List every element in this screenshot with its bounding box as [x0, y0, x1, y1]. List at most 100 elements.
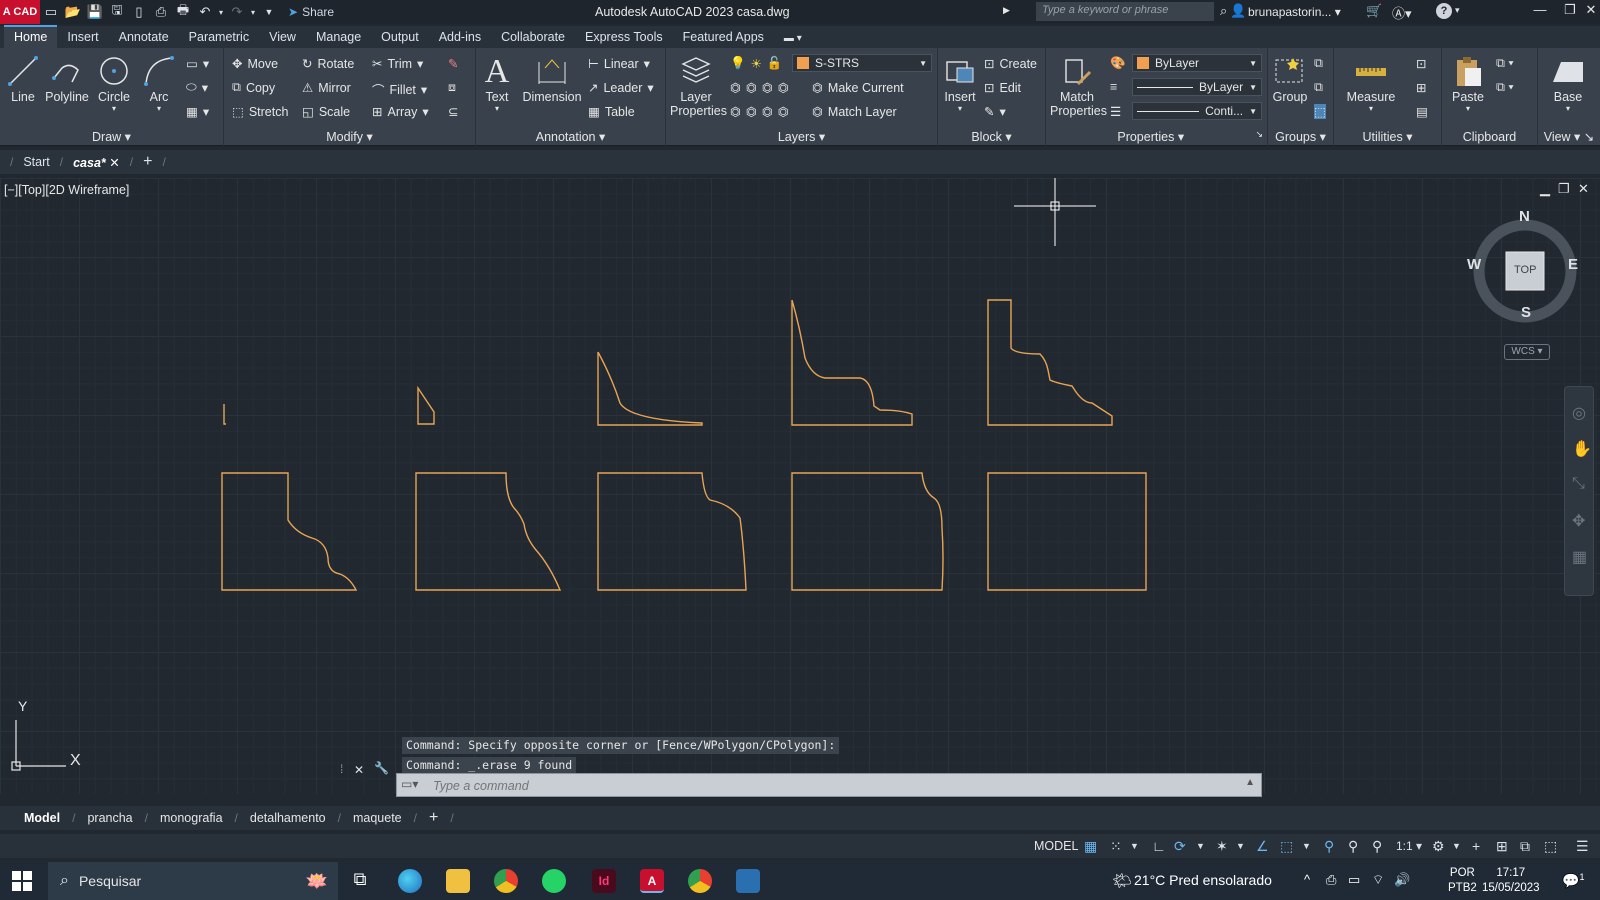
weather-widget[interactable]: 21°C Pred ensolarado	[1134, 872, 1272, 888]
modify-panel-title[interactable]: Modify ▾	[224, 129, 475, 144]
command-history-toggle[interactable]: ▲	[1245, 777, 1255, 788]
layout-tab-detalhamento[interactable]: detalhamento	[238, 811, 338, 825]
compass-east[interactable]: E	[1568, 256, 1578, 273]
make-current-button[interactable]: ⏣ Make Current	[812, 80, 904, 96]
cart-icon[interactable]: 🛒	[1366, 3, 1382, 19]
compass-south[interactable]: S	[1521, 304, 1531, 321]
annotation-scale-icon[interactable]: ⚲	[1372, 838, 1382, 855]
sketchup-icon[interactable]	[736, 869, 760, 893]
polyline-button[interactable]: Polyline	[44, 54, 90, 104]
grid-icon[interactable]: ▦	[1084, 838, 1097, 855]
edit-block-button[interactable]: ⊡ Edit	[984, 80, 1021, 96]
table-button[interactable]: ▦ Table	[588, 104, 635, 120]
layer-state-icons[interactable]: 💡 ☀ 🔓	[730, 56, 782, 71]
undo-icon[interactable]: ↶	[194, 0, 216, 24]
group-selection-icon[interactable]: ⬚	[1314, 104, 1326, 119]
layout-tab-prancha[interactable]: prancha	[75, 811, 144, 825]
tab-parametric[interactable]: Parametric	[179, 27, 259, 48]
input-language[interactable]: POR PTB2	[1448, 866, 1477, 896]
base-button[interactable]: Base ▾	[1546, 54, 1590, 113]
notification-center-icon[interactable]: 💬1	[1562, 872, 1584, 890]
zoom-extents-icon[interactable]: ⤡	[1572, 475, 1585, 493]
properties-launcher-icon[interactable]: ↘	[1255, 129, 1263, 140]
add-layout-icon[interactable]: +	[417, 809, 450, 827]
edge-browser-icon[interactable]	[398, 869, 422, 893]
group-edit-icon[interactable]: ⧉	[1314, 80, 1323, 95]
tab-output[interactable]: Output	[371, 27, 429, 48]
tab-collaborate[interactable]: Collaborate	[491, 27, 575, 48]
meet-icon[interactable]: ⎙	[1326, 872, 1336, 888]
paste-button[interactable]: Paste ▾	[1448, 54, 1488, 113]
system-clock[interactable]: 17:17 15/05/2023	[1482, 866, 1540, 896]
stretch-button[interactable]: ⬚ Stretch	[232, 104, 288, 120]
workspace-gear-icon[interactable]: ⚙	[1432, 838, 1445, 855]
autodesk-app-icon[interactable]: Ⓐ▾	[1392, 3, 1412, 22]
select-all-icon[interactable]: ⊞	[1416, 80, 1426, 95]
array-button[interactable]: ⊞ Array ▾	[372, 104, 429, 120]
add-status-icon[interactable]: +	[1472, 838, 1480, 854]
tab-express-tools[interactable]: Express Tools	[575, 27, 673, 48]
drawing-geometry[interactable]	[0, 178, 1600, 794]
hatch-button[interactable]: ⬭ ▾	[186, 80, 208, 95]
file-explorer-icon[interactable]	[446, 869, 470, 893]
fillet-button[interactable]: ⌒ Fillet ▾	[372, 80, 427, 99]
ribbon-minimize-toggle[interactable]: ▬ ▾	[774, 30, 812, 48]
viewcube[interactable]: N S E W TOP	[1467, 208, 1580, 329]
layout-tab-model[interactable]: Model	[12, 811, 72, 825]
annotation-visibility-icon[interactable]: ⚲	[1324, 838, 1334, 855]
customize-qat-icon[interactable]: ▼	[258, 0, 280, 24]
quick-select-icon[interactable]: ⊡	[1416, 56, 1426, 71]
steering-wheel-icon[interactable]: ◎	[1572, 403, 1586, 423]
snap-dropdown-icon[interactable]: ▼	[1130, 841, 1139, 851]
object-snap-icon[interactable]: ⬚	[1280, 838, 1293, 855]
color-dropdown[interactable]: ByLayer ▼	[1132, 54, 1262, 72]
user-icon[interactable]: 👤	[1230, 3, 1246, 19]
rectangle-button[interactable]: ▭ ▾	[186, 56, 209, 71]
drawing-area[interactable]: [−][Top][2D Wireframe] ▁ ❐ ✕ Y X N S E W…	[0, 178, 1600, 794]
layer-tools-row1[interactable]: ⏣ ⏣ ⏣ ⏣	[730, 80, 789, 95]
draw-panel-title[interactable]: Draw ▾	[0, 129, 223, 144]
calculator-icon[interactable]: ▤	[1416, 104, 1428, 119]
dimension-button[interactable]: Dimension	[522, 54, 582, 104]
groups-panel-title[interactable]: Groups ▾	[1268, 129, 1333, 144]
showmotion-icon[interactable]: ▦	[1572, 547, 1587, 567]
battery-icon[interactable]: ▭	[1348, 872, 1360, 888]
share-button[interactable]: ➤ Share	[288, 5, 334, 19]
move-button[interactable]: ✥ Move	[232, 56, 278, 72]
pan-hand-icon[interactable]: ✋	[1572, 439, 1592, 459]
task-view-icon[interactable]: ⧉	[348, 869, 372, 893]
measure-button[interactable]: Measure ▾	[1340, 54, 1402, 113]
new-file-icon[interactable]: ▭	[40, 0, 62, 24]
close-button[interactable]: ✕	[1576, 2, 1600, 22]
command-input[interactable]	[433, 777, 1233, 794]
expand-arrow-icon[interactable]: ▶	[1003, 5, 1010, 16]
annotation-scale-dropdown[interactable]: 1:1 ▾	[1396, 839, 1422, 853]
command-grip-icon[interactable]: ⁞	[340, 762, 343, 776]
circle-button[interactable]: Circle ▾	[95, 54, 133, 113]
minimize-button[interactable]: —	[1525, 2, 1555, 22]
match-properties-button[interactable]: Match Properties	[1050, 54, 1107, 118]
group-button[interactable]: Group	[1270, 54, 1310, 104]
isodraft-dropdown-icon[interactable]: ▼	[1236, 841, 1245, 851]
object-snap-tracking-icon[interactable]: ∠	[1256, 838, 1269, 855]
redo-dropdown-icon[interactable]: ▾	[248, 0, 258, 24]
wcs-menu[interactable]: WCS ▾	[1504, 344, 1550, 360]
tab-casa[interactable]: casa* ✕	[63, 155, 130, 170]
volume-icon[interactable]: 🔊	[1394, 872, 1410, 888]
save-web-icon[interactable]: ⎙	[150, 0, 172, 24]
polar-dropdown-icon[interactable]: ▼	[1196, 841, 1205, 851]
tab-annotate[interactable]: Annotate	[109, 27, 179, 48]
clipboard-panel-title[interactable]: Clipboard	[1442, 130, 1537, 144]
command-close-icon[interactable]: ✕	[354, 763, 364, 777]
command-customize-icon[interactable]: 🔧	[374, 761, 389, 775]
rotate-button[interactable]: ↻ Rotate	[302, 56, 354, 72]
utilities-panel-title[interactable]: Utilities ▾	[1334, 129, 1441, 144]
cut-icon[interactable]: ⧉ ▾	[1496, 56, 1514, 71]
new-tab-icon[interactable]: +	[133, 153, 162, 171]
quick-properties-icon[interactable]: ⧉	[1520, 838, 1530, 855]
chrome-icon[interactable]	[494, 869, 518, 893]
workspace-dropdown-icon[interactable]: ▼	[1452, 841, 1461, 851]
block-panel-title[interactable]: Block ▾	[938, 129, 1045, 144]
line-button[interactable]: Line	[4, 54, 42, 104]
ungroup-icon[interactable]: ⧉	[1314, 56, 1323, 71]
